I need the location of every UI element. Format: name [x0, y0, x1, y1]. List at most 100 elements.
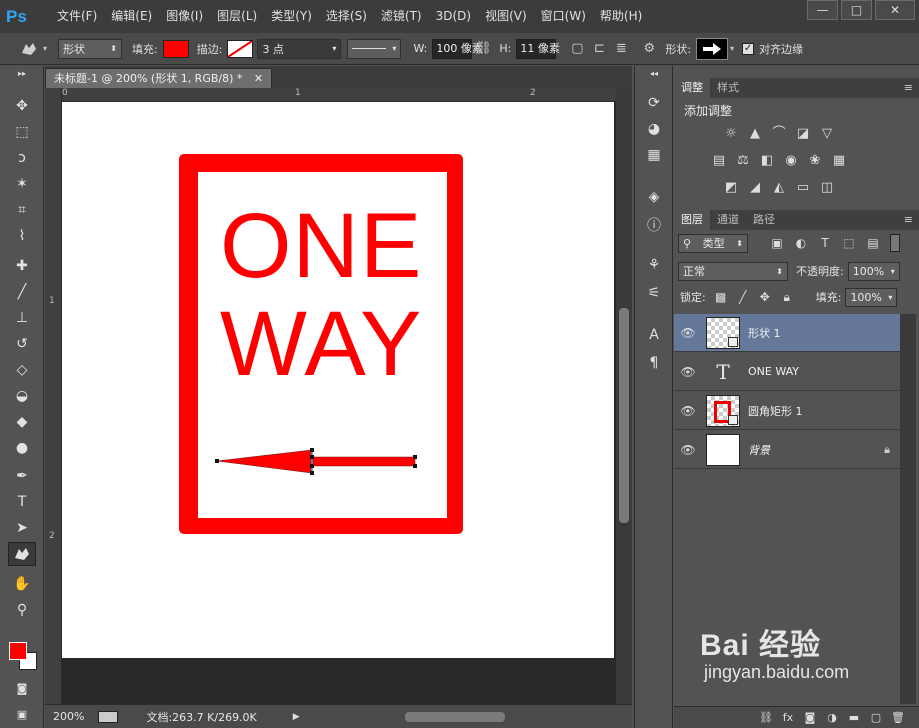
document-canvas[interactable]: ONE WAY — [62, 102, 614, 658]
visibility-eye-icon[interactable]: 👁︎ — [674, 404, 702, 418]
collapse-dock-icon[interactable]: ◂◂ — [643, 68, 665, 78]
stroke-width-field[interactable]: 3 点 ▾ — [257, 38, 342, 59]
status-menu-arrow-icon[interactable]: ▶ — [293, 712, 300, 722]
opacity-field[interactable]: 100% ▾ — [847, 261, 900, 281]
eyedropper-tool-icon[interactable]: ⌇ — [8, 224, 36, 248]
tab-layers[interactable]: 图层 — [674, 210, 710, 230]
brightness-icon[interactable]: ☼ — [722, 126, 740, 142]
vertical-scrollbar[interactable] — [616, 88, 632, 704]
layers-scrollbar[interactable] — [900, 314, 916, 704]
quick-mask-icon[interactable]: ◙ — [8, 676, 36, 700]
color-lookup-icon[interactable]: ▦ — [830, 153, 848, 169]
sign-text-one[interactable]: ONE — [220, 200, 422, 292]
paint-bucket-tool-icon[interactable]: ◒ — [8, 384, 36, 408]
trash-icon[interactable]: 🗑︎ — [887, 711, 909, 724]
add-mask-icon[interactable]: ◙ — [799, 711, 821, 724]
zoom-tool-icon[interactable]: ⚲ — [8, 598, 36, 622]
photo-filter-icon[interactable]: ◉ — [782, 153, 800, 169]
path-selection-tool-icon[interactable]: ➤ — [8, 516, 36, 540]
curves-icon[interactable]: ⌒ — [770, 126, 788, 142]
healing-brush-tool-icon[interactable]: ✚ — [8, 254, 36, 278]
lock-pixels-icon[interactable]: ╱ — [734, 289, 752, 305]
arrow-shape[interactable] — [212, 444, 426, 484]
color-panel-icon[interactable]: ◕ — [643, 118, 665, 140]
tab-adjustments[interactable]: 调整 — [674, 78, 710, 98]
filter-smart-object-icon[interactable]: ▤ — [864, 235, 882, 251]
link-layers-icon[interactable]: ⛓ — [755, 711, 777, 724]
layer-name[interactable]: ONE WAY — [748, 365, 799, 378]
brush-tool-icon[interactable]: ╱ — [8, 280, 36, 304]
sign-text-way[interactable]: WAY — [220, 298, 422, 390]
path-operations-icon[interactable]: ▢ — [566, 38, 588, 60]
foreground-color-swatch[interactable] — [9, 642, 27, 660]
close-button[interactable]: ✕ — [875, 0, 915, 20]
vibrance-icon[interactable]: ▽ — [818, 126, 836, 142]
eraser-tool-icon[interactable]: ◇ — [8, 358, 36, 382]
menu-select[interactable]: 选择(S) — [319, 0, 374, 33]
custom-shape-tool-icon[interactable] — [18, 38, 40, 60]
brush-panel-icon[interactable]: ⚘ — [643, 254, 665, 276]
hand-tool-icon[interactable]: ✋ — [8, 572, 36, 596]
vertical-scroll-thumb[interactable] — [619, 308, 629, 523]
close-tab-icon[interactable]: ✕ — [254, 72, 263, 85]
tab-channels[interactable]: 通道 — [710, 210, 746, 230]
lock-position-icon[interactable]: ✥ — [756, 289, 774, 305]
visibility-eye-icon[interactable]: 👁︎ — [674, 326, 702, 340]
black-white-icon[interactable]: ◧ — [758, 153, 776, 169]
history-brush-tool-icon[interactable]: ↺ — [8, 332, 36, 356]
tool-preset-dropdown-icon[interactable]: ▾ — [40, 38, 50, 60]
crop-tool-icon[interactable]: ⌗ — [8, 198, 36, 222]
layer-row[interactable]: 👁︎ T ONE WAY — [674, 353, 900, 391]
new-adjustment-icon[interactable]: ◑ — [821, 711, 843, 724]
width-field[interactable]: 100 像素 — [432, 38, 483, 59]
tool-mode-select[interactable]: 形状 ⬍ — [58, 38, 122, 59]
height-field[interactable]: 11 像素 — [516, 38, 560, 59]
screen-mode-icon[interactable]: ▣ — [8, 702, 36, 726]
collapse-toolbar-icon[interactable]: ▸▸ — [8, 68, 36, 78]
lock-all-icon[interactable]: 🔒︎ — [778, 289, 796, 305]
menu-view[interactable]: 视图(V) — [478, 0, 534, 33]
hue-saturation-icon[interactable]: ▤ — [710, 153, 728, 169]
maximize-button[interactable]: □ — [841, 0, 872, 20]
menu-3d[interactable]: 3D(D) — [429, 0, 478, 33]
blend-mode-select[interactable]: 正常 ⬍ — [678, 261, 788, 281]
top-ruler[interactable]: 0 1 2 — [62, 88, 616, 102]
3d-panel-icon[interactable]: ◈ — [643, 186, 665, 208]
new-layer-icon[interactable]: ▢ — [865, 711, 887, 724]
blur-tool-icon[interactable]: ◆ — [8, 410, 36, 434]
layer-row[interactable]: 👁︎ 圆角矩形 1 — [674, 392, 900, 430]
status-preview-icon[interactable] — [98, 710, 119, 723]
layer-name[interactable]: 圆角矩形 1 — [748, 403, 803, 419]
horizontal-scroll-thumb[interactable] — [405, 712, 505, 722]
levels-icon[interactable]: ▲ — [746, 126, 764, 142]
lasso-tool-icon[interactable]: ↄ — [8, 146, 36, 170]
color-balance-icon[interactable]: ⚖ — [734, 153, 752, 169]
menu-file[interactable]: 文件(F) — [50, 0, 104, 33]
selective-color-icon[interactable]: ◫ — [818, 180, 836, 196]
type-tool-icon[interactable]: T — [8, 490, 36, 514]
chevron-down-icon[interactable]: ▾ — [728, 38, 736, 60]
custom-shape-tool-button[interactable] — [8, 542, 36, 566]
shape-picker[interactable] — [696, 37, 729, 60]
tab-paths[interactable]: 路径 — [746, 210, 782, 230]
layer-row[interactable]: 👁︎ 形状 1 — [674, 314, 900, 352]
character-panel-icon[interactable]: A — [643, 324, 665, 346]
filter-type-icon[interactable]: T — [816, 235, 834, 251]
layer-row[interactable]: 👁︎ 背景 🔒︎ — [674, 431, 900, 469]
menu-help[interactable]: 帮助(H) — [593, 0, 649, 33]
new-group-icon[interactable]: ▬ — [843, 711, 865, 724]
zoom-level[interactable]: 200% — [53, 710, 84, 723]
magic-wand-tool-icon[interactable]: ✶ — [8, 172, 36, 196]
clone-stamp-tool-icon[interactable]: ⊥ — [8, 306, 36, 330]
tab-styles[interactable]: 样式 — [710, 78, 746, 98]
history-panel-icon[interactable]: ⟳ — [643, 92, 665, 114]
move-tool-icon[interactable]: ✥ — [8, 94, 36, 118]
document-tab[interactable]: 未标题-1 @ 200% (形状 1, RGB/8) * ✕ — [45, 68, 273, 88]
menu-image[interactable]: 图像(I) — [159, 0, 210, 33]
visibility-eye-icon[interactable]: 👁︎ — [674, 365, 702, 379]
channel-mixer-icon[interactable]: ❀ — [806, 153, 824, 169]
filter-shape-icon[interactable]: ⬚ — [840, 235, 858, 251]
stroke-type-select[interactable]: ▾ — [347, 38, 402, 59]
menu-edit[interactable]: 编辑(E) — [104, 0, 159, 33]
lock-transparency-icon[interactable]: ▩ — [712, 289, 730, 305]
